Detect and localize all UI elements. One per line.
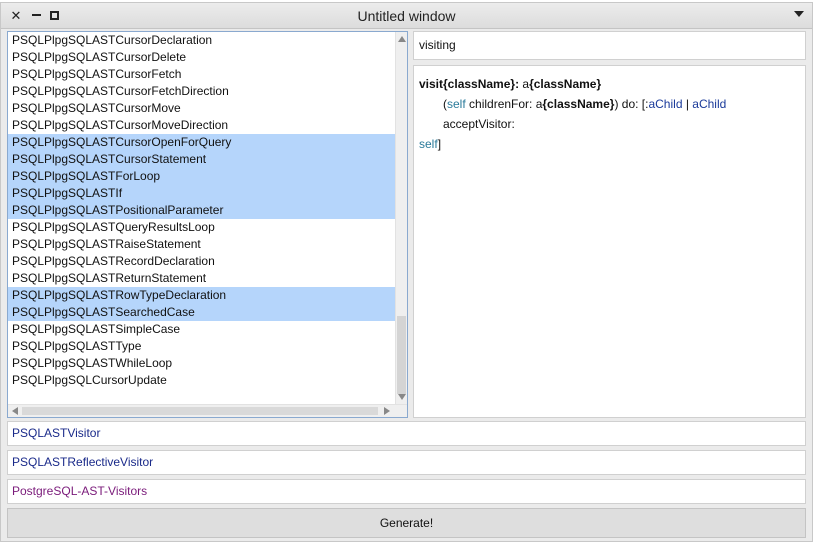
scroll-right-arrow-icon[interactable] bbox=[384, 407, 390, 415]
vertical-scrollbar[interactable] bbox=[395, 32, 407, 404]
class-list-item[interactable]: PSQLPlpgSQLASTCursorOpenForQuery bbox=[8, 134, 395, 151]
scroll-left-arrow-icon[interactable] bbox=[12, 407, 18, 415]
class-list-item[interactable]: PSQLPlpgSQLASTWhileLoop bbox=[8, 355, 395, 372]
class-list-item[interactable]: PSQLPlpgSQLASTQueryResultsLoop bbox=[8, 219, 395, 236]
class-list-item[interactable]: PSQLPlpgSQLASTType bbox=[8, 338, 395, 355]
class-list-item[interactable]: PSQLPlpgSQLASTReturnStatement bbox=[8, 270, 395, 287]
vertical-scroll-thumb[interactable] bbox=[397, 316, 406, 394]
class-list[interactable]: PSQLPlpgSQLASTCursorDeclaration PSQLPlpgS… bbox=[7, 31, 408, 418]
class-list-item[interactable]: PSQLPlpgSQLASTCursorDelete bbox=[8, 49, 395, 66]
visitor-class-field[interactable]: PSQLASTVisitor bbox=[7, 421, 806, 446]
class-list-item[interactable]: PSQLPlpgSQLASTRecordDeclaration bbox=[8, 253, 395, 270]
method-selector: visit{className}: bbox=[419, 77, 520, 91]
code-bracket-close: ] bbox=[437, 137, 442, 151]
class-list-item[interactable]: PSQLPlpgSQLASTCursorFetch bbox=[8, 66, 395, 83]
class-list-item[interactable]: PSQLPlpgSQLASTCursorMoveDirection bbox=[8, 117, 395, 134]
class-list-item[interactable]: PSQLPlpgSQLASTPositionalParameter bbox=[8, 202, 395, 219]
method-template-editor[interactable]: visit{className}: a{className} (self chi… bbox=[413, 65, 806, 418]
code-block-var: aChild bbox=[692, 97, 727, 111]
class-list-item[interactable]: PSQLPlpgSQLASTForLoop bbox=[8, 168, 395, 185]
class-list-rows: PSQLPlpgSQLASTCursorDeclaration PSQLPlpgS… bbox=[8, 32, 395, 389]
class-list-item[interactable]: PSQLPlpgSQLASTCursorDeclaration bbox=[8, 32, 395, 49]
code-self-keyword: self bbox=[447, 97, 466, 111]
class-list-item[interactable]: PSQLPlpgSQLASTCursorStatement bbox=[8, 151, 395, 168]
code-message: childrenFor: a bbox=[465, 97, 543, 111]
class-list-item[interactable]: PSQLPlpgSQLCursorUpdate bbox=[8, 372, 395, 389]
code-accept-visitor: acceptVisitor: bbox=[443, 117, 515, 131]
horizontal-scroll-thumb[interactable] bbox=[22, 407, 378, 415]
protocol-input[interactable]: visiting bbox=[413, 31, 806, 60]
horizontal-scrollbar[interactable] bbox=[8, 404, 407, 417]
title-bar[interactable]: ✕ Untitled window bbox=[1, 3, 812, 29]
code-line-1: visit{className}: a{className} bbox=[419, 74, 800, 94]
package-field[interactable]: PostgreSQL-AST-Visitors bbox=[7, 479, 806, 504]
reflective-visitor-class-field[interactable]: PSQLASTReflectiveVisitor bbox=[7, 450, 806, 475]
code-generator-window: ✕ Untitled window PSQLPlpgSQLASTCursorDe… bbox=[0, 2, 813, 542]
class-list-item[interactable]: PSQLPlpgSQLASTCursorFetchDirection bbox=[8, 83, 395, 100]
window-menu-icon[interactable] bbox=[794, 11, 804, 17]
class-list-item[interactable]: PSQLPlpgSQLASTCursorMove bbox=[8, 100, 395, 117]
generate-button[interactable]: Generate! bbox=[7, 508, 806, 538]
window-title: Untitled window bbox=[357, 8, 456, 24]
class-list-item[interactable]: PSQLPlpgSQLASTSearchedCase bbox=[8, 304, 395, 321]
code-line-2: (self childrenFor: a{className}) do: [:a… bbox=[419, 94, 800, 134]
scroll-down-arrow-icon[interactable] bbox=[398, 394, 406, 400]
code-do: ) do: [: bbox=[614, 97, 649, 111]
class-list-item[interactable]: PSQLPlpgSQLASTIf bbox=[8, 185, 395, 202]
code-block-bar: | bbox=[682, 97, 693, 111]
code-line-3: self] bbox=[419, 134, 800, 154]
scroll-up-arrow-icon[interactable] bbox=[398, 36, 406, 42]
code-class-placeholder: {className} bbox=[542, 97, 615, 111]
class-list-item[interactable]: PSQLPlpgSQLASTRowTypeDeclaration bbox=[8, 287, 395, 304]
code-block-arg: aChild bbox=[648, 97, 683, 111]
class-list-item[interactable]: PSQLPlpgSQLASTSimpleCase bbox=[8, 321, 395, 338]
method-arg-prefix: a bbox=[519, 77, 530, 91]
class-list-item[interactable]: PSQLPlpgSQLASTRaiseStatement bbox=[8, 236, 395, 253]
method-arg-placeholder: {className} bbox=[529, 77, 602, 91]
code-self-keyword-2: self bbox=[419, 137, 438, 151]
